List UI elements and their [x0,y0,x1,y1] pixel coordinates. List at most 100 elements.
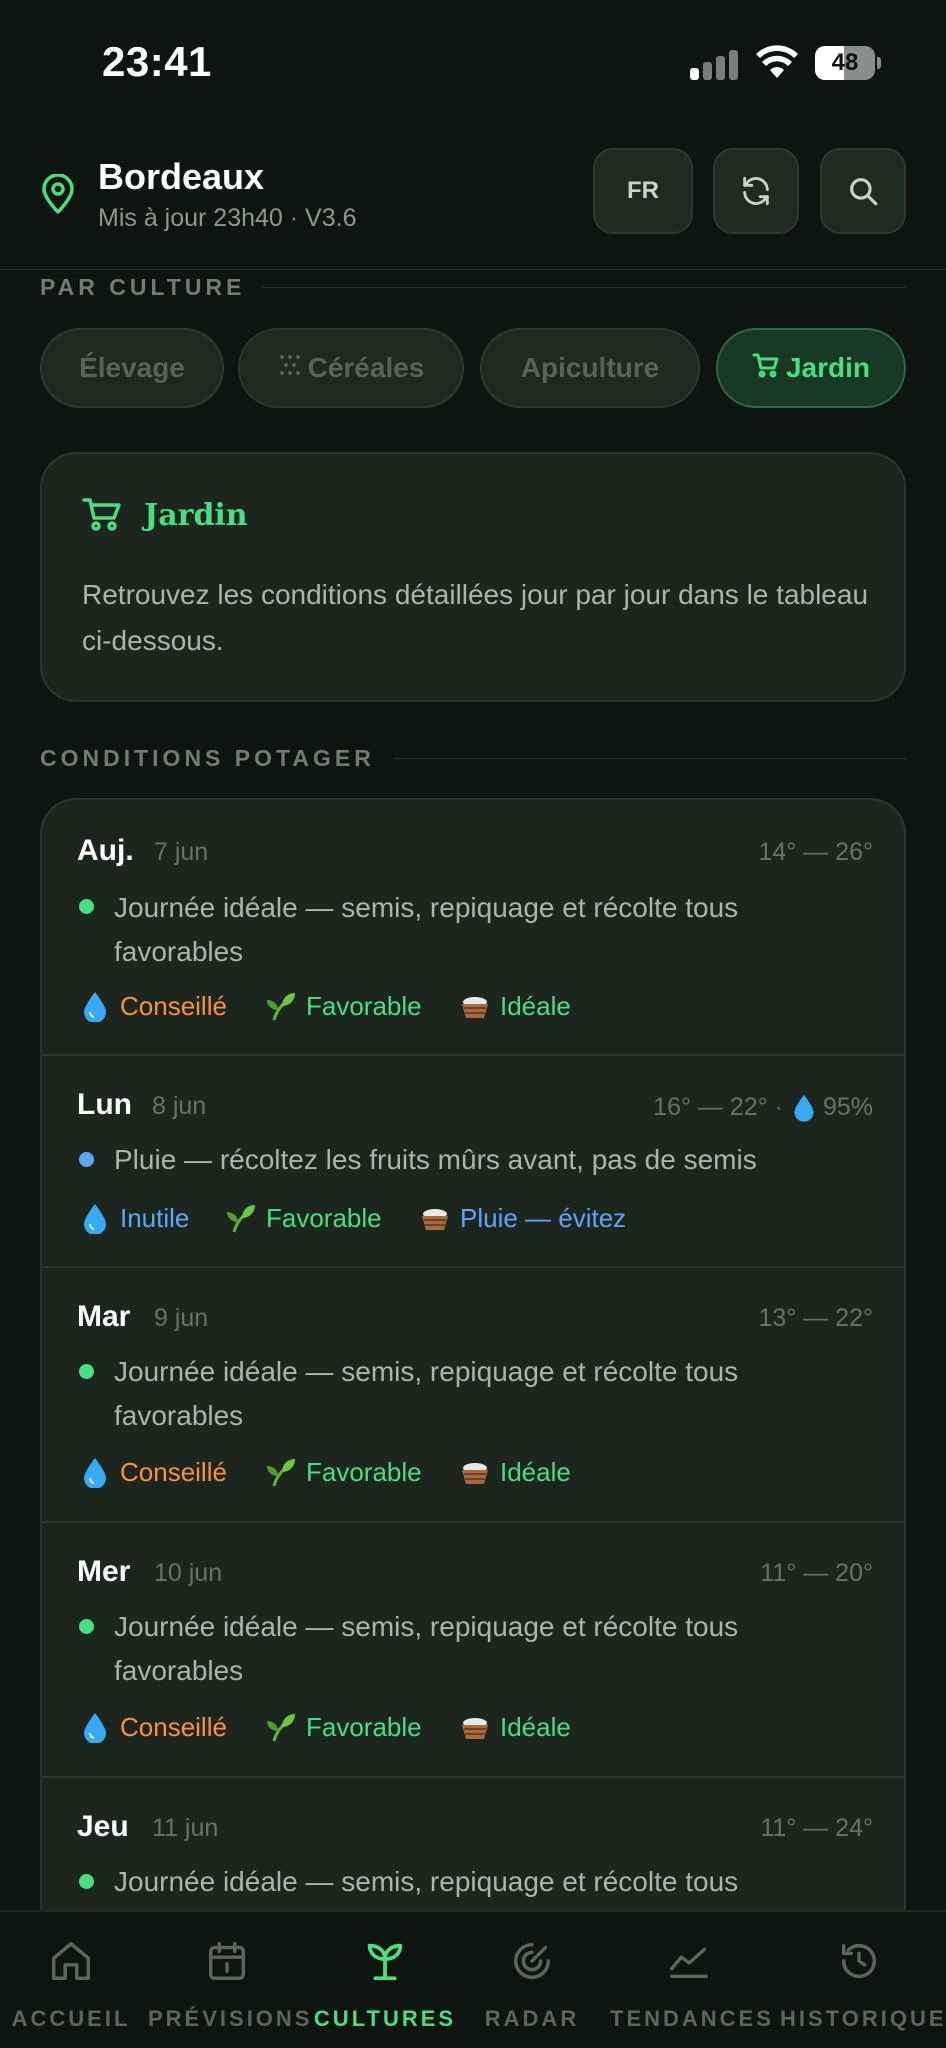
chip-label: Céréales [307,352,425,383]
harvest-status: Idéale [500,1711,571,1742]
nav-historique[interactable]: HISTORIQUE [780,1912,946,2048]
radar-icon [514,1942,551,1979]
language-button[interactable]: FR [593,148,693,234]
day-date: 7 jun [154,838,209,866]
day-label: Jeu [77,1810,129,1843]
chip-cereales[interactable]: Céréales [238,328,464,408]
planting-tag: Favorable [266,1711,422,1743]
watering-tag: Conseillé [80,1711,227,1743]
day-row-tuesday[interactable]: Mar 9 jun 13° — 22° Journée idéale — sem… [42,1268,904,1523]
garden-info-card: Jardin Retrouvez les conditions détaillé… [40,452,906,702]
rain-probability: 95% [822,1092,873,1121]
day-label: Auj. [77,834,134,867]
section-title-garden-conditions: CONDITIONS POTAGER [40,745,375,771]
refresh-button[interactable] [713,148,799,234]
info-card-title: Jardin [144,498,248,533]
day-temperature: 14° — 26° [758,838,873,866]
watering-status: Conseillé [120,990,227,1021]
nav-label: CULTURES [313,2006,457,2031]
watering-tag: Inutile [80,1202,189,1234]
planting-tag: Favorable [266,990,422,1022]
harvest-status: Idéale [500,990,571,1021]
day-summary: Journée idéale — semis, repiquage et réc… [114,1866,739,1897]
water-drop-icon [84,992,106,1022]
harvest-tag: Pluie — évitez [420,1202,626,1234]
seedling-icon [267,1714,295,1742]
chip-label: Apiculture [520,352,660,383]
day-row-monday[interactable]: Lun 8 jun 16° — 22° · 95% Pluie — récolt… [42,1056,904,1268]
harvest-tag: Idéale [460,1456,571,1488]
day-row-today[interactable]: Auj. 7 jun 14° — 26° Journée idéale — se… [42,800,904,1056]
chip-apiculture[interactable]: Apiculture [480,328,700,408]
planting-tag: Favorable [226,1202,382,1234]
battery-level: 48 [831,49,859,76]
day-label: Mer [77,1555,131,1588]
day-date: 9 jun [154,1304,209,1332]
day-date: 11 jun [152,1814,219,1842]
status-dot [79,1364,94,1379]
chip-label: Jardin [785,352,871,383]
trend-icon [670,1947,708,1979]
nav-tendances[interactable]: TENDANCES [610,1912,771,2048]
nav-previsions[interactable]: PRÉVISIONS [148,1912,313,2048]
calendar-icon [208,1942,246,1980]
status-time: 23:41 [102,38,212,85]
basket-icon [462,1463,488,1484]
cart-icon [752,352,780,385]
chip-elevage[interactable]: Élevage [40,328,224,408]
seedling-icon [227,1205,255,1233]
nav-radar[interactable]: RADAR [453,1912,611,2048]
planting-status: Favorable [306,990,422,1021]
seedling-icon [267,993,295,1021]
status-dot [79,1152,94,1167]
wifi-icon [756,45,798,78]
planting-tag: Favorable [266,1456,422,1488]
history-icon [841,1943,877,1979]
sprout-icon [367,1943,403,1981]
basket-icon [462,997,488,1018]
section-divider [394,758,906,759]
basket-icon [422,1209,448,1230]
nav-accueil[interactable]: ACCUEIL [0,1912,150,2048]
section-divider [262,287,906,288]
section-title-by-culture: PAR CULTURE [40,274,246,300]
search-icon [850,178,878,206]
planting-status: Favorable [306,1456,422,1487]
basket-icon [462,1718,488,1739]
chip-label: Élevage [79,352,185,383]
seedling-icon [267,1459,295,1487]
info-card-description: Retrouvez les conditions détaillées jour… [82,579,869,656]
bottom-navigation: ACCUEIL PRÉVISIONS CULTURES RADAR TENDAN… [0,1910,946,2048]
day-temperature: 11° — 20° [760,1559,873,1587]
day-summary: Journée idéale — semis, repiquage et réc… [114,892,739,967]
day-label: Mar [77,1300,131,1333]
planting-status: Favorable [266,1202,382,1233]
city-name[interactable]: Bordeaux [98,156,264,198]
day-label: Lun [77,1088,132,1121]
harvest-tag: Idéale [460,1711,571,1743]
last-updated: Mis à jour 23h40 · V3.6 [98,204,357,232]
nav-cultures[interactable]: CULTURES [306,1912,464,2048]
day-row-wednesday[interactable]: Mer 10 jun 11° — 20° Journée idéale — se… [42,1523,904,1778]
watering-status: Conseillé [120,1711,227,1742]
nav-label: HISTORIQUE [780,2006,946,2031]
chip-jardin[interactable]: Jardin [716,328,906,408]
battery-icon: 48 [815,46,881,80]
harvest-status: Pluie — évitez [460,1202,627,1233]
nav-label: PRÉVISIONS [148,2006,313,2031]
app-header: Bordeaux Mis à jour 23h40 · V3.6 FR [0,140,946,270]
watering-tag: Conseillé [80,1456,227,1488]
refresh-icon [743,176,769,206]
status-dot [79,1874,94,1889]
status-bar: 23:41 48 [0,0,946,120]
watering-status: Conseillé [120,1456,227,1487]
water-drop-icon [84,1204,106,1234]
water-drop-icon [84,1713,106,1743]
home-icon [52,1942,90,1980]
day-summary: Journée idéale — semis, repiquage et réc… [114,1356,739,1431]
planting-status: Favorable [306,1711,422,1742]
day-temperature: 16° — 22° · [653,1092,783,1121]
status-dot [79,1619,94,1634]
search-button[interactable] [820,148,906,234]
day-summary: Pluie — récoltez les fruits mûrs avant, … [114,1144,757,1175]
